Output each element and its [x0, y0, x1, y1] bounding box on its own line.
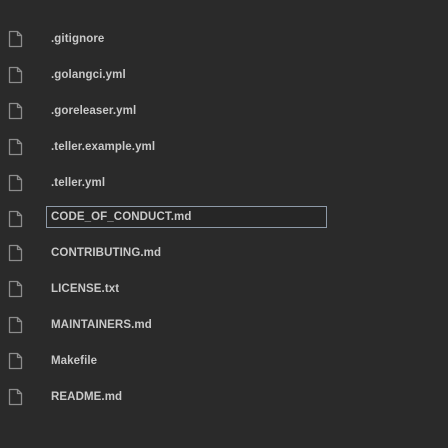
- file-name: .teller.example.yml: [51, 141, 156, 153]
- rename-input[interactable]: CODE_OF_CONDUCT.md: [46, 206, 327, 228]
- file-icon: [8, 102, 23, 120]
- file-icon: [8, 174, 23, 192]
- file-name: README.md: [51, 391, 123, 403]
- file-icon: [8, 244, 23, 262]
- file-icon: [8, 352, 23, 370]
- file-name: MAINTAINERS.md: [51, 319, 152, 331]
- file-icon: [8, 66, 23, 84]
- file-name: .teller.yml: [51, 177, 106, 189]
- file-name: LICENSE.txt: [51, 283, 120, 295]
- file-icon: [8, 210, 23, 228]
- file-icon: [8, 388, 23, 406]
- file-name: .gitignore: [51, 33, 105, 45]
- file-list: .gitignore .golangci.yml .goreleaser.yml…: [0, 0, 448, 448]
- file-icon: [8, 280, 23, 298]
- file-name: .golangci.yml: [51, 69, 126, 81]
- file-name: CONTRIBUTING.md: [51, 247, 162, 259]
- file-name: Makefile: [51, 355, 98, 367]
- file-name: .goreleaser.yml: [51, 105, 137, 117]
- file-icon: [8, 30, 23, 48]
- file-icon: [8, 316, 23, 334]
- file-icon: [8, 138, 23, 156]
